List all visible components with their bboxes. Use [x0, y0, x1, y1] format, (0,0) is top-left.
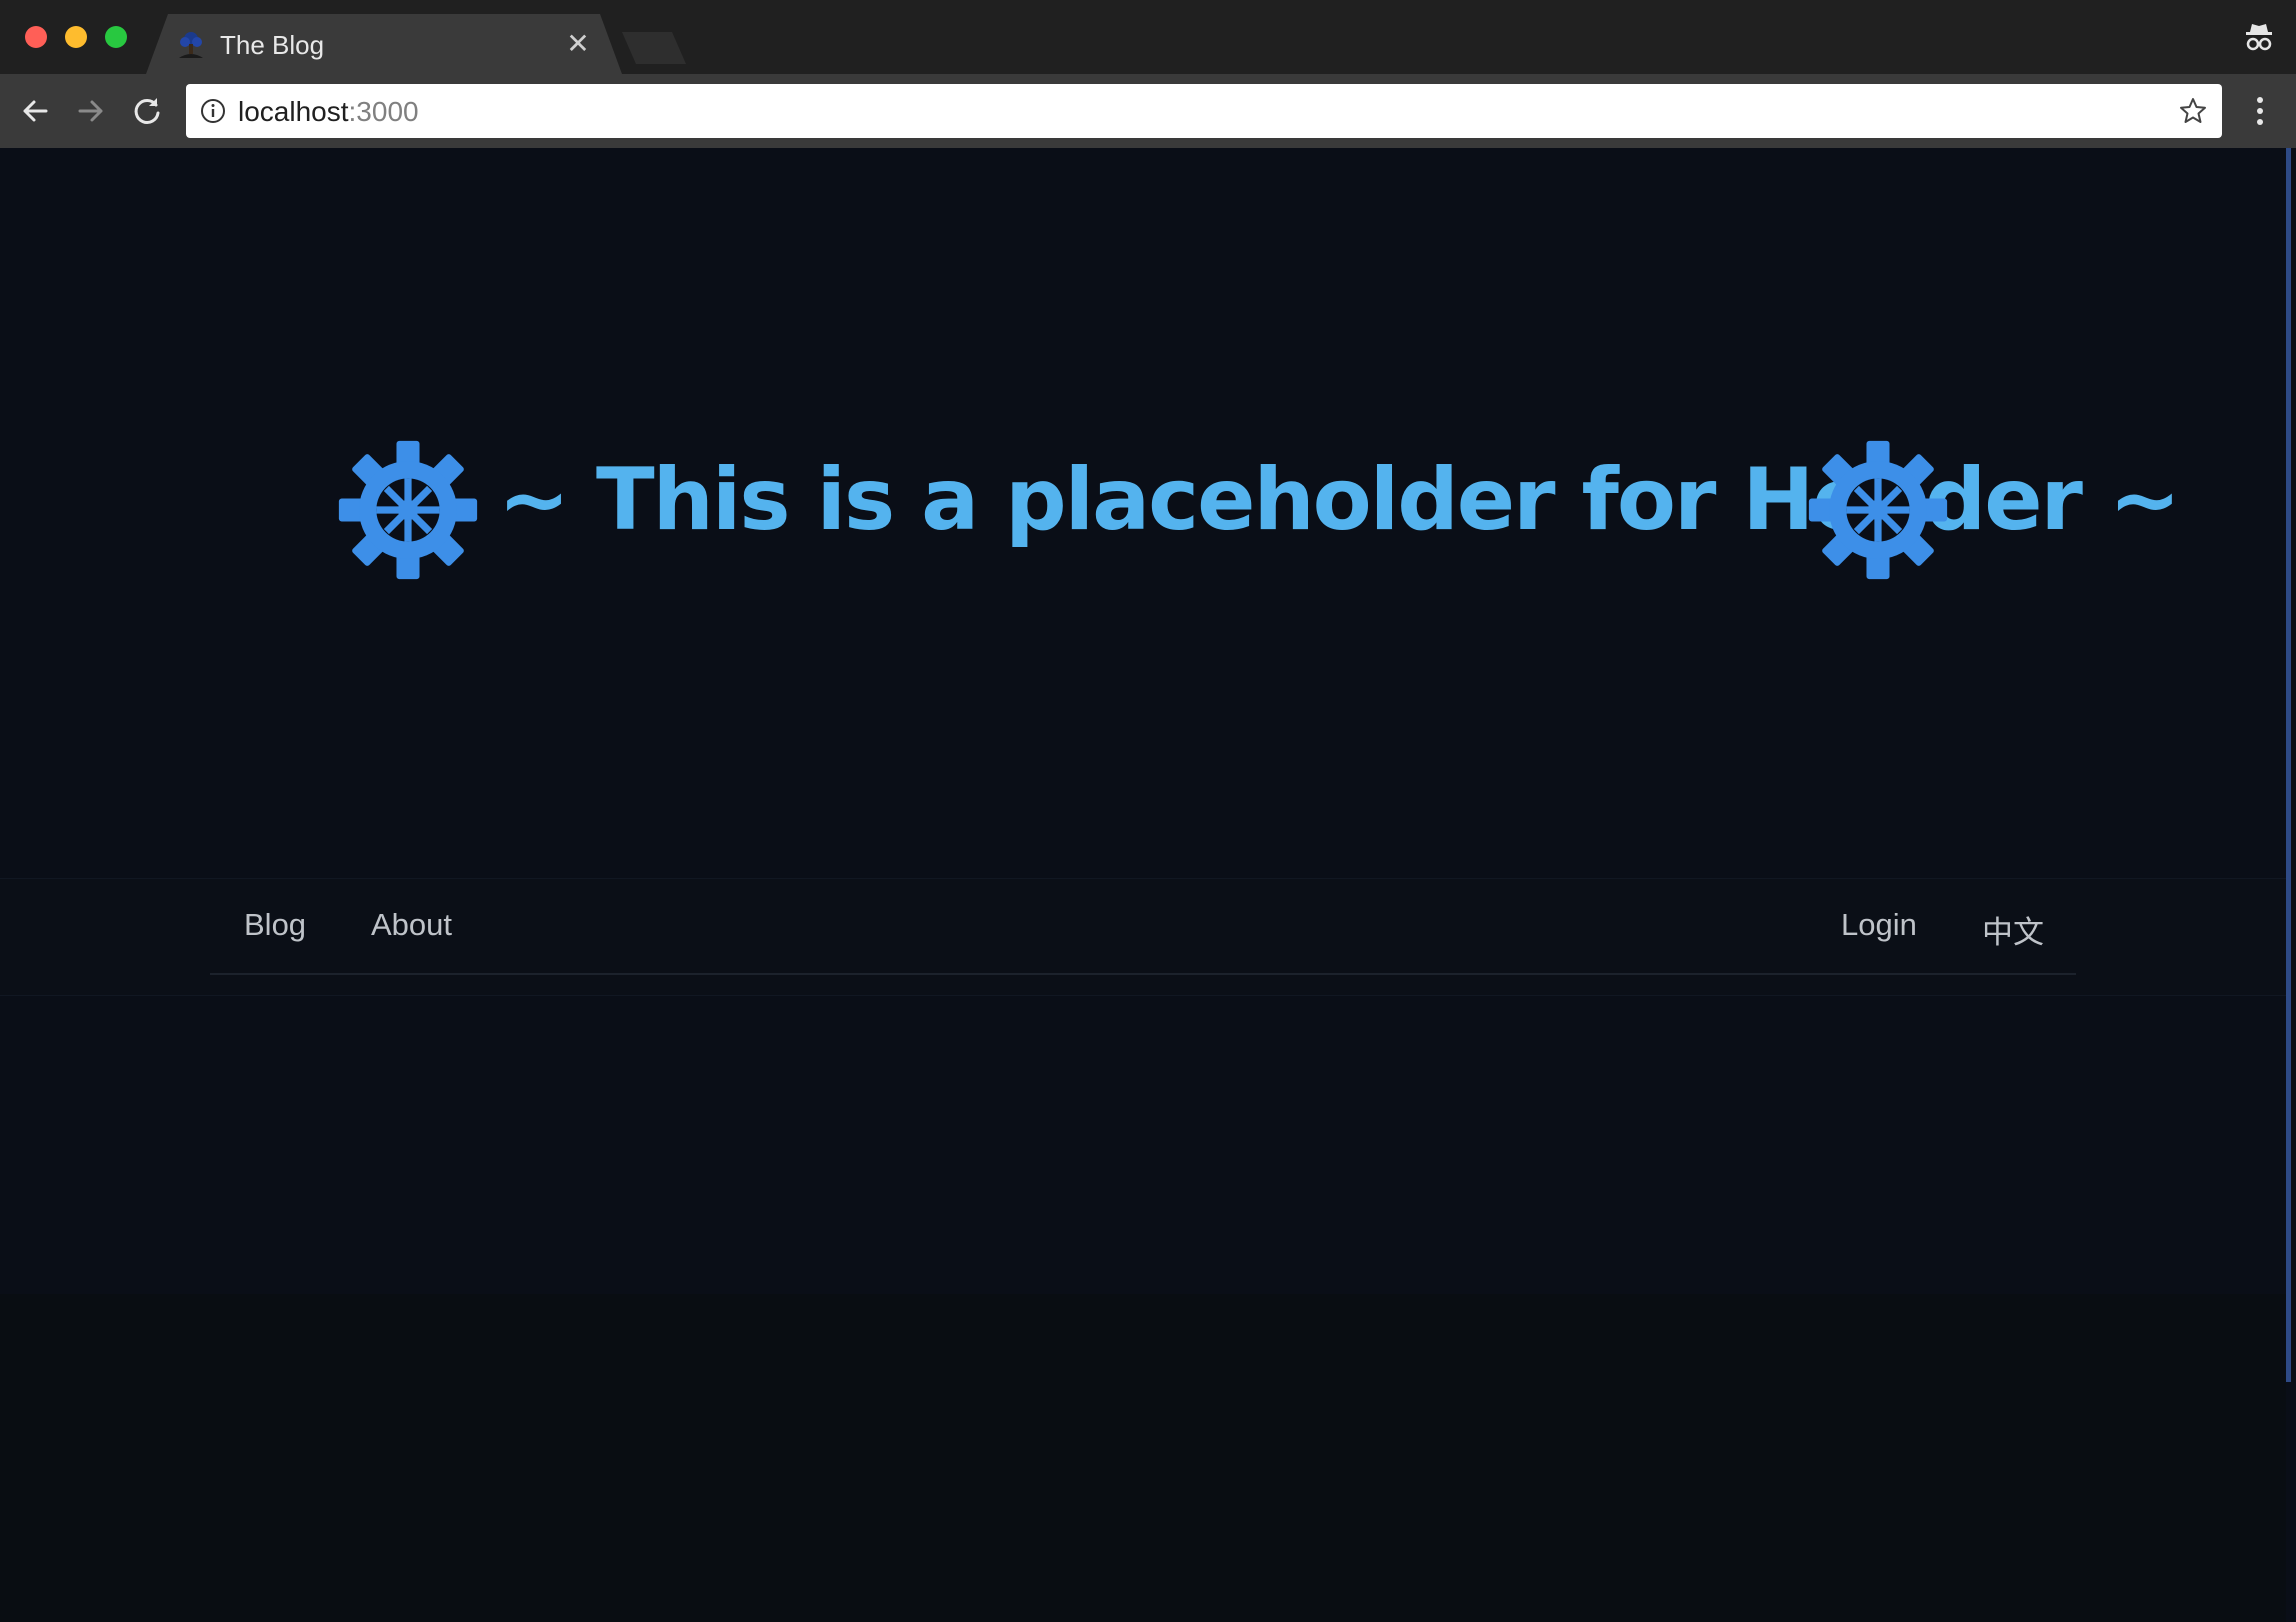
navbar-inner: Blog About Login 中文 — [210, 879, 2076, 975]
site-navbar: Blog About Login 中文 — [0, 878, 2286, 996]
tab-title: The Blog — [220, 30, 325, 60]
url-text: localhost:3000 — [238, 96, 419, 128]
url-host: localhost — [238, 96, 349, 127]
arrow-right-icon[interactable] — [72, 92, 110, 130]
star-icon[interactable] — [2178, 96, 2208, 126]
scrollbar[interactable] — [2286, 148, 2291, 1382]
page-content: ~ This is a placeholder for Header ~ Blo… — [0, 148, 2296, 1622]
incognito-icon — [2246, 24, 2272, 51]
browser-toolbar: localhost:3000 — [0, 74, 2296, 148]
tree-favicon-icon — [179, 32, 203, 58]
header-section: ~ This is a placeholder for Header ~ — [0, 148, 2286, 878]
reload-icon[interactable] — [128, 92, 166, 130]
tab-close-icon[interactable]: ✕ — [564, 30, 592, 58]
tab-bar: The Blog ✕ — [0, 0, 2296, 74]
nav-link-blog[interactable]: Blog — [244, 907, 306, 943]
header-hero: ~ This is a placeholder for Header ~ — [0, 438, 2286, 588]
arrow-left-icon[interactable] — [16, 92, 54, 130]
kebab-menu-icon[interactable] — [2244, 92, 2276, 130]
new-tab-button[interactable] — [622, 32, 686, 64]
page-footer-area — [0, 1294, 2286, 1622]
window-close-button[interactable] — [25, 26, 47, 48]
gear-icon — [338, 440, 478, 580]
address-bar[interactable]: localhost:3000 — [186, 84, 2222, 138]
gear-icon — [1808, 440, 1948, 580]
info-icon[interactable] — [200, 98, 226, 124]
browser-window: The Blog ✕ localhost:3000 ~ This is a pl… — [0, 0, 2296, 1622]
browser-tab[interactable]: The Blog ✕ — [146, 14, 622, 74]
nav-link-about[interactable]: About — [371, 907, 452, 943]
window-minimize-button[interactable] — [65, 26, 87, 48]
language-switch-link[interactable]: 中文 — [1982, 907, 2044, 952]
nav-link-login[interactable]: Login — [1841, 907, 1917, 943]
url-port: :3000 — [348, 96, 419, 127]
window-maximize-button[interactable] — [105, 26, 127, 48]
